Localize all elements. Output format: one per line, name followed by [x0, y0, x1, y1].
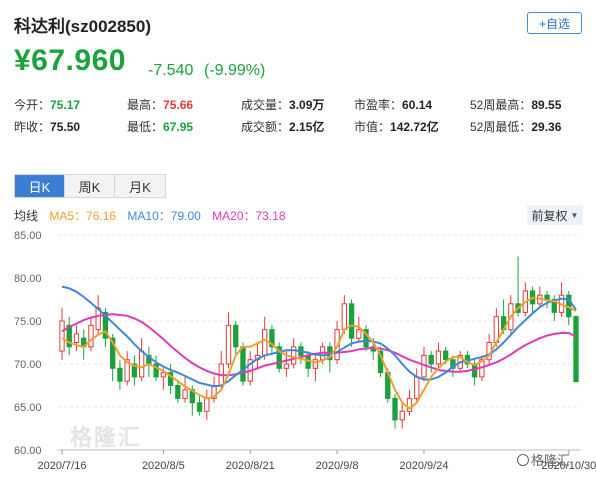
quote-value: 2.15亿 — [289, 120, 325, 134]
quote-label: 最低： — [127, 120, 164, 134]
candle-body — [59, 320, 65, 352]
quote-label: 今开： — [14, 98, 51, 112]
quote-item: 成交量：3.09万 — [241, 96, 324, 113]
logo-icon — [517, 454, 529, 466]
candle-body — [262, 329, 268, 356]
candle-body — [204, 397, 210, 412]
quote-item: 市盈率：60.14 — [354, 96, 432, 113]
ma-legend: 均线 MA5：76.16 MA10：79.00 MA20：73.18 — [14, 207, 294, 224]
quote-value: 75.17 — [50, 98, 81, 112]
adjust-label: 前复权 — [531, 208, 568, 223]
candle-body — [428, 354, 434, 365]
quote-label: 市盈率： — [354, 98, 403, 112]
quote-label: 市值： — [354, 120, 391, 134]
tab-weekly[interactable]: 周K — [65, 175, 115, 197]
quote-value: 29.36 — [531, 120, 562, 134]
watermark-corner-label: 格隆汇 — [531, 453, 571, 468]
legend-ma20: MA20：73.18 — [212, 209, 286, 223]
quote-label: 52周最高： — [470, 98, 532, 112]
candle-body — [414, 376, 420, 399]
candle-body — [240, 346, 246, 382]
x-tick-label: 2020/8/21 — [226, 460, 275, 472]
y-tick-label: 75.00 — [14, 316, 42, 328]
candle-body — [392, 397, 398, 421]
candle-body — [117, 367, 123, 382]
x-tick-label: 2020/9/8 — [316, 460, 359, 472]
quote-label: 最高： — [127, 98, 164, 112]
candle-body — [435, 350, 442, 365]
y-tick-label: 60.00 — [14, 445, 42, 457]
legend-ma10: MA10：79.00 — [127, 209, 201, 223]
candle-body — [348, 303, 355, 339]
price-change: -7.540 — [148, 62, 194, 79]
candle-body — [573, 316, 579, 383]
candle-body — [341, 303, 348, 331]
legend-title: 均线 — [14, 209, 39, 223]
quote-value: 67.95 — [163, 120, 194, 134]
candle-body — [225, 324, 232, 365]
quote-value: 60.14 — [402, 98, 433, 112]
quote-label: 成交量： — [241, 98, 290, 112]
quote-label: 昨收： — [14, 120, 51, 134]
price-change-percent: (-9.99%) — [204, 62, 266, 79]
quote-item: 52周最高：89.55 — [470, 96, 561, 113]
candle-body — [544, 294, 550, 300]
quote-value: 89.55 — [531, 98, 562, 112]
candle-body — [160, 372, 167, 378]
candle-body — [443, 350, 449, 361]
tab-daily[interactable]: 日K — [15, 175, 65, 197]
candle-body — [175, 385, 181, 399]
candle-body — [233, 324, 239, 348]
quote-label: 52周最低： — [470, 120, 532, 134]
quote-item: 最低：67.95 — [127, 118, 193, 135]
candle-body — [73, 333, 80, 344]
y-tick-label: 80.00 — [14, 273, 42, 285]
quote-item: 昨收：75.50 — [14, 118, 80, 135]
candle-body — [356, 329, 362, 339]
quote-item: 52周最低：29.36 — [470, 118, 561, 135]
candle-body — [138, 350, 145, 378]
quote-value: 75.50 — [50, 120, 81, 134]
candle-body — [88, 324, 94, 348]
y-tick-label: 65.00 — [14, 402, 42, 414]
watermark: 格隆汇 — [70, 425, 143, 450]
watermark-corner: 格隆汇 — [517, 450, 570, 469]
quote-label: 成交额： — [241, 120, 290, 134]
quote-item: 最高：75.66 — [127, 96, 193, 113]
x-tick-label: 2020/7/16 — [38, 460, 87, 472]
add-watchlist-button[interactable]: +自选 — [527, 12, 582, 34]
quote-value: 3.09万 — [289, 98, 325, 112]
candle-body — [182, 389, 188, 399]
chevron-down-icon: ▼ — [570, 210, 579, 220]
stock-title: 科达利(sz002850) — [14, 17, 152, 36]
quote-item: 市值：142.72亿 — [354, 118, 439, 135]
period-tabs: 日K 周K 月K — [14, 174, 166, 198]
quote-value: 142.72亿 — [390, 120, 439, 134]
tab-monthly[interactable]: 月K — [115, 175, 165, 197]
quote-item: 成交额：2.15亿 — [241, 118, 324, 135]
legend-ma5: MA5：76.16 — [49, 209, 117, 223]
price-adjust-dropdown[interactable]: 前复权 ▼ — [527, 205, 583, 225]
quote-value: 75.66 — [163, 98, 194, 112]
current-price: ¥67.960 — [14, 44, 126, 77]
x-tick-label: 2020/9/24 — [400, 460, 449, 472]
quote-item: 今开：75.17 — [14, 96, 80, 113]
y-tick-label: 70.00 — [14, 359, 42, 371]
y-tick-label: 85.00 — [14, 230, 42, 242]
candle-body — [283, 363, 290, 369]
candle-body — [196, 402, 203, 412]
x-tick-label: 2020/8/5 — [142, 460, 185, 472]
candle-body — [399, 410, 405, 421]
